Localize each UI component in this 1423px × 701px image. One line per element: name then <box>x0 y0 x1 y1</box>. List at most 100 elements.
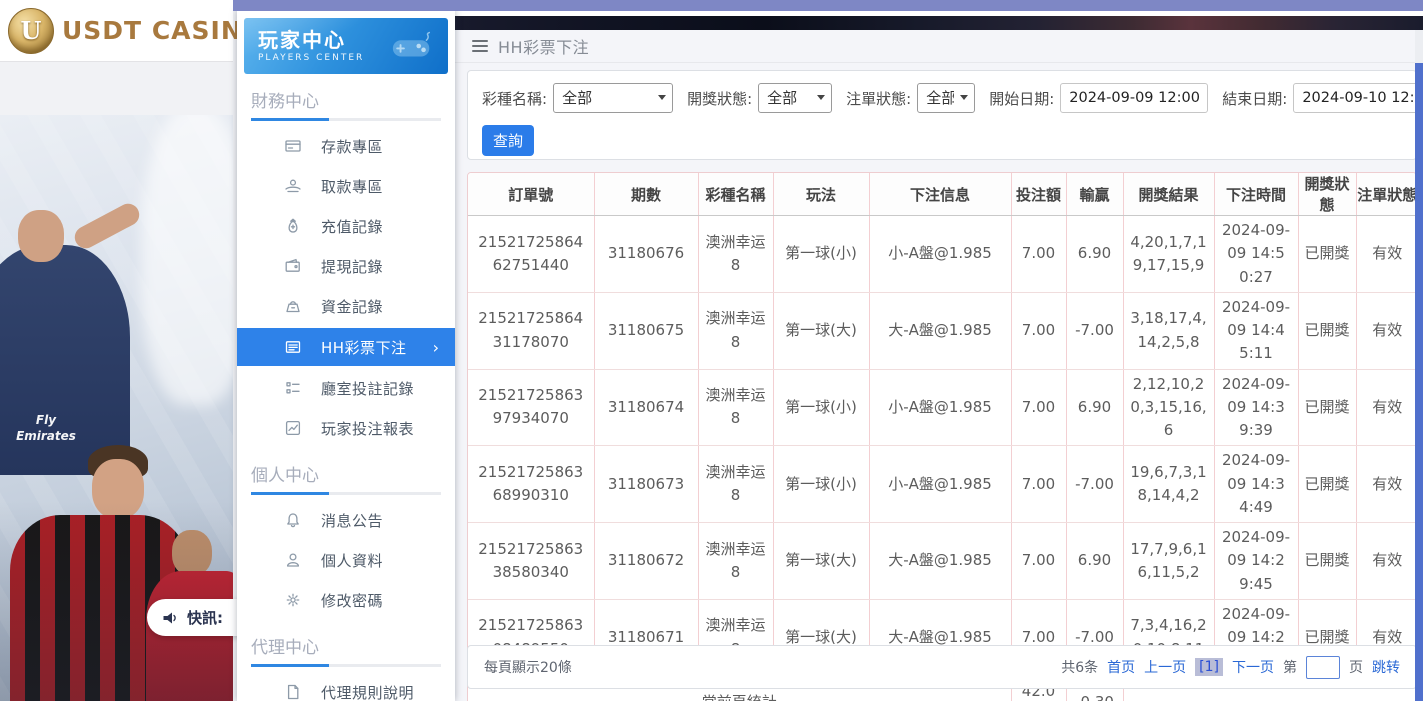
start-date-input[interactable] <box>1060 83 1208 113</box>
section-underline <box>251 664 441 667</box>
jump-prefix-label: 第 <box>1283 657 1297 677</box>
scrollbar[interactable] <box>1415 30 1423 701</box>
table-cell: 小-A盤@1.985 <box>869 216 1011 293</box>
table-cell: 2152172586462751440 <box>468 216 594 293</box>
table-cell: 有效 <box>1356 216 1417 293</box>
table-cell: 6.90 <box>1066 523 1123 600</box>
order-status-label: 注單狀態: <box>846 88 911 109</box>
table-cell: 4,20,1,7,19,17,15,9 <box>1123 216 1214 293</box>
section-underline <box>251 492 441 495</box>
sidebar-item-label: 修改密碼 <box>321 590 383 611</box>
page-jump-link[interactable]: 跳转 <box>1372 657 1400 677</box>
table-cell: 7.00 <box>1011 369 1066 446</box>
sidebar-item[interactable]: HH彩票下注› <box>237 328 455 366</box>
sidebar-item[interactable]: 存款專區 <box>237 126 455 166</box>
sidebar-item[interactable]: 消息公告 <box>237 500 455 540</box>
table-row: 215217258636899031031180673澳洲幸运8第一球(小)小-… <box>468 446 1417 523</box>
sidebar-item[interactable]: 修改密碼 <box>237 580 455 620</box>
bets-table: 訂單號期數彩種名稱玩法下注信息投注額輸贏開獎結果下注時間開獎狀態注單狀態2152… <box>468 173 1417 701</box>
sidebar-subtitle: PLAYERS CENTER <box>258 53 364 63</box>
table-cell: 小-A盤@1.985 <box>869 446 1011 523</box>
column-header: 下注時間 <box>1214 173 1298 216</box>
table-cell: 2152172586368990310 <box>468 446 594 523</box>
sidebar-item[interactable]: 廳室投註記錄 <box>237 368 455 408</box>
table-cell: 2024-09-09 14:29:45 <box>1214 523 1298 600</box>
table-cell: 7.00 <box>1011 446 1066 523</box>
sidebar: 玩家中心 PLAYERS CENTER 財務中心存款專區取款專區充值記錄提現記錄… <box>237 10 455 701</box>
table-cell: 2024-09-09 14:45:11 <box>1214 292 1298 369</box>
sidebar-item[interactable]: 充值記錄 <box>237 206 455 246</box>
brand-logo[interactable]: U USDT CASINO <box>8 8 237 54</box>
room-record-icon <box>284 379 302 397</box>
chevron-right-icon: › <box>433 338 439 357</box>
table-header-row: 訂單號期數彩種名稱玩法下注信息投注額輸贏開獎結果下注時間開獎狀態注單狀態 <box>468 173 1417 216</box>
table-cell: -7.00 <box>1066 446 1123 523</box>
funds-icon <box>284 297 302 315</box>
table-cell: 31180675 <box>594 292 698 369</box>
end-date-input[interactable] <box>1293 83 1423 113</box>
profile-icon <box>284 551 302 569</box>
table-cell: 7.00 <box>1011 292 1066 369</box>
sidebar-item-label: 提現記錄 <box>321 256 383 277</box>
photo-ghost-player <box>141 115 233 405</box>
order-status-select[interactable]: 全部 <box>917 83 975 113</box>
sidebar-item-label: 充值記錄 <box>321 216 383 237</box>
table-cell: -7.00 <box>1066 292 1123 369</box>
column-header: 投注額 <box>1011 173 1066 216</box>
table-cell: 有效 <box>1356 369 1417 446</box>
section-label: 財務中心 <box>251 87 455 112</box>
table-cell: 2,12,10,20,3,15,16,6 <box>1123 369 1214 446</box>
page-title: HH彩票下注 <box>498 34 589 58</box>
column-header: 玩法 <box>773 173 869 216</box>
table-cell: 3,18,17,4,14,2,5,8 <box>1123 292 1214 369</box>
page-titlebar: HH彩票下注 <box>455 30 1423 63</box>
jersey-text: Fly Emirates <box>14 413 78 444</box>
sidebar-item[interactable]: 取款專區 <box>237 166 455 206</box>
next-page-link[interactable]: 下一页 <box>1232 657 1274 677</box>
table-cell: 已開獎 <box>1298 446 1356 523</box>
brand-name: USDT CASINO <box>62 16 237 45</box>
news-ticker: 快訊: <box>147 599 237 636</box>
filter-panel: 彩種名稱: 全部 開獎狀態: 全部 注單狀態: 全部 開始日期: 結束日期: 查… <box>467 70 1417 160</box>
lottery-select[interactable]: 全部 <box>553 83 673 113</box>
table-cell: 31180674 <box>594 369 698 446</box>
scrollbar-thumb[interactable] <box>1415 63 1423 701</box>
column-header: 下注信息 <box>869 173 1011 216</box>
search-button[interactable]: 查詢 <box>482 125 534 156</box>
table-cell: 2024-09-09 14:39:39 <box>1214 369 1298 446</box>
current-page[interactable]: [1] <box>1195 658 1223 676</box>
sidebar-item[interactable]: 資金記錄 <box>237 286 455 326</box>
page-size-text: 每頁顯示20條 <box>484 657 572 677</box>
table-cell: 澳洲幸运8 <box>698 216 773 293</box>
table-cell: 17,7,9,6,16,11,5,2 <box>1123 523 1214 600</box>
table-row: 215217258646275144031180676澳洲幸运8第一球(小)小-… <box>468 216 1417 293</box>
first-page-link[interactable]: 首页 <box>1107 657 1135 677</box>
table-cell: 已開獎 <box>1298 369 1356 446</box>
sidebar-item[interactable]: 提現記錄 <box>237 246 455 286</box>
draw-status-select[interactable]: 全部 <box>758 83 832 113</box>
section-label: 個人中心 <box>251 461 455 486</box>
sidebar-item-label: 存款專區 <box>321 136 383 157</box>
menu-toggle-icon[interactable] <box>472 40 488 52</box>
sidebar-item[interactable]: 玩家投注報表 <box>237 408 455 448</box>
sidebar-item[interactable]: 代理規則說明 <box>237 672 455 701</box>
withdrawal-record-icon <box>284 257 302 275</box>
column-header: 開獎狀態 <box>1298 173 1356 216</box>
page-jump-input[interactable] <box>1306 656 1340 679</box>
table-cell: 已開獎 <box>1298 292 1356 369</box>
speaker-icon <box>161 609 179 627</box>
report-icon <box>284 419 302 437</box>
table-row: 215217258633858034031180672澳洲幸运8第一球(大)大-… <box>468 523 1417 600</box>
pager: 共6条 首页 上一页 [1] 下一页 第 页 跳转 <box>1061 656 1400 679</box>
jump-suffix-label: 页 <box>1349 657 1363 677</box>
table-cell: 2024-09-09 14:50:27 <box>1214 216 1298 293</box>
sidebar-item-label: 玩家投注報表 <box>321 418 414 439</box>
start-date-label: 開始日期: <box>989 88 1054 109</box>
section-underline <box>251 118 441 121</box>
prev-page-link[interactable]: 上一页 <box>1144 657 1186 677</box>
table-cell: 第一球(大) <box>773 523 869 600</box>
column-header: 注單狀態 <box>1356 173 1417 216</box>
ticker-label: 快訊: <box>187 607 223 628</box>
sidebar-item[interactable]: 個人資料 <box>237 540 455 580</box>
table-cell: 31180673 <box>594 446 698 523</box>
